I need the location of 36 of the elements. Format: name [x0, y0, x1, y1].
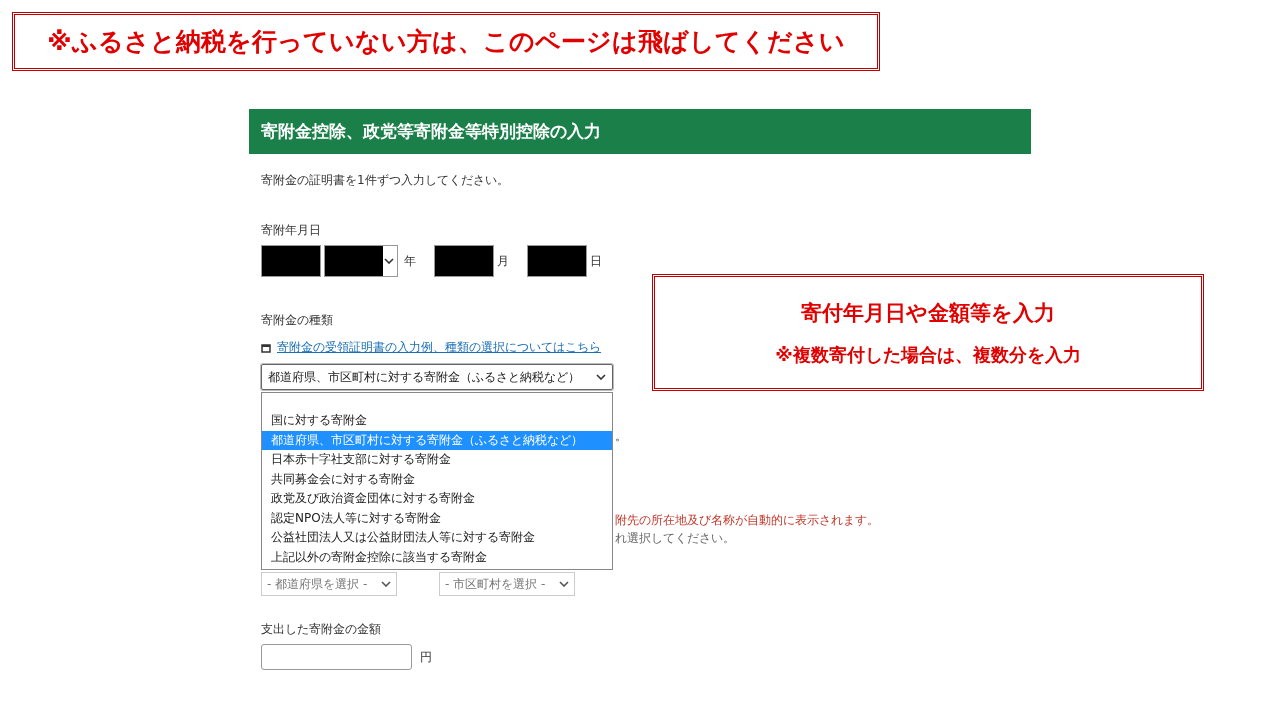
form-title: 寄附金控除、政党等寄附金等特別控除の入力 — [261, 120, 601, 143]
place-select[interactable]: - 市区町村を選択 - — [439, 572, 575, 596]
intro-text: 寄附金の証明書を1件ずつ入力してください。 — [261, 172, 509, 189]
field-label: 寄附年月日 — [261, 223, 321, 237]
date-field[interactable] — [527, 245, 587, 277]
date-unit: 月 — [497, 252, 509, 270]
chevron-icon — [596, 374, 606, 380]
warning-text: 附先の所在地及び名称が自動的に表示されます。 — [615, 512, 879, 529]
dropdown-option[interactable]: 日本赤十字社支部に対する寄附金 — [262, 450, 612, 470]
help-link[interactable]: 寄附金の受領証明書の入力例、種類の選択についてはこちら — [277, 339, 601, 356]
chevron-icon — [559, 581, 569, 587]
dropdown-option[interactable]: 公益社団法人又は公益財団法人等に対する寄附金 — [262, 528, 612, 548]
callout-title: 寄付年月日や金額等を入力 — [801, 299, 1055, 327]
dropdown-option[interactable]: 政党及び政治資金団体に対する寄附金 — [262, 489, 612, 509]
date-unit: 年 — [404, 252, 416, 270]
amount-unit: 円 — [420, 648, 432, 666]
date-unit: 日 — [590, 252, 602, 270]
field-label: 寄附金の種類 — [261, 313, 333, 327]
date-field[interactable] — [261, 245, 321, 277]
date-field[interactable] — [434, 245, 494, 277]
dropdown-option[interactable]: 共同募金会に対する寄附金 — [262, 469, 612, 489]
hint-text: れ選択してください。 — [615, 530, 735, 547]
dropdown-option[interactable]: 国に対する寄附金 — [262, 411, 612, 431]
hint-text: 。 — [615, 428, 627, 445]
window-icon — [261, 342, 271, 353]
type-select[interactable]: 都道府県、市区町村に対する寄附金（ふるさと納税など） — [261, 364, 613, 390]
field-label: 支出した寄附金の金額 — [261, 622, 381, 636]
chevron-icon — [384, 258, 394, 264]
place-select[interactable]: - 都道府県を選択 - — [261, 572, 397, 596]
dropdown-option[interactable]: 認定NPO法人等に対する寄附金 — [262, 508, 612, 528]
chevron-icon — [381, 581, 391, 587]
amount-field[interactable] — [261, 644, 412, 670]
notice-text: ※ふるさと納税を行っていない方は、このページは飛ばしてください — [47, 26, 845, 58]
callout-note: ※複数寄付した場合は、複数分を入力 — [775, 342, 1081, 367]
dropdown-option[interactable]: 上記以外の寄附金控除に該当する寄附金 — [262, 547, 612, 567]
date-select[interactable] — [324, 245, 398, 277]
